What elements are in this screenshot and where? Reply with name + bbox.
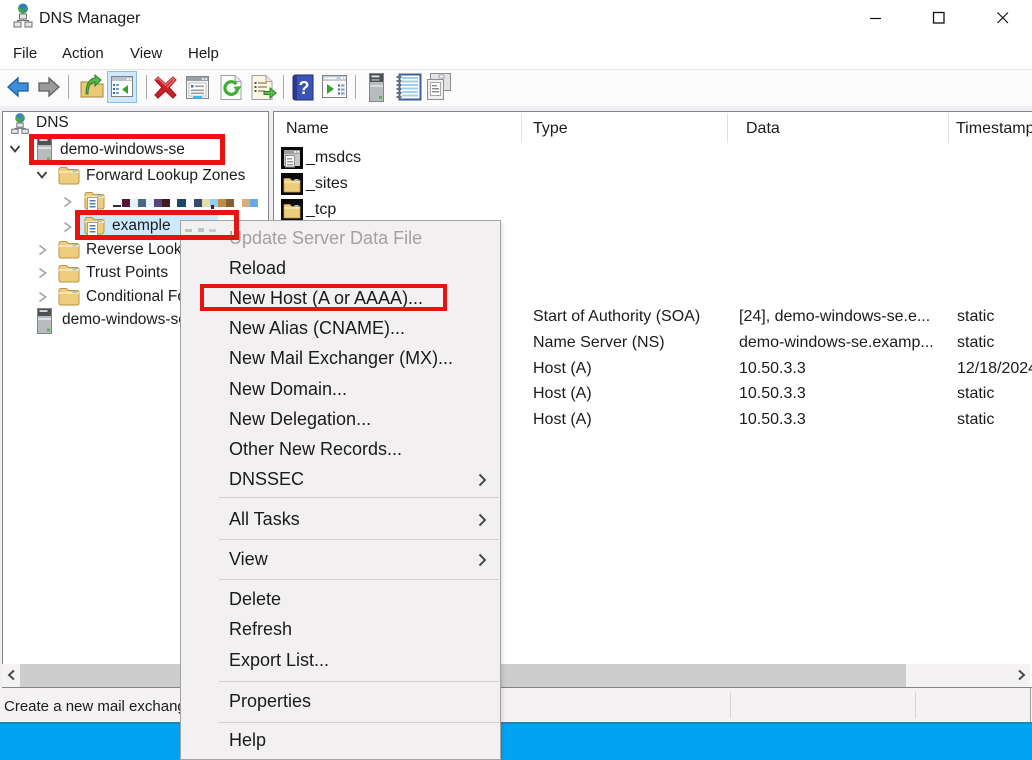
svg-text:?: ?	[299, 78, 310, 98]
